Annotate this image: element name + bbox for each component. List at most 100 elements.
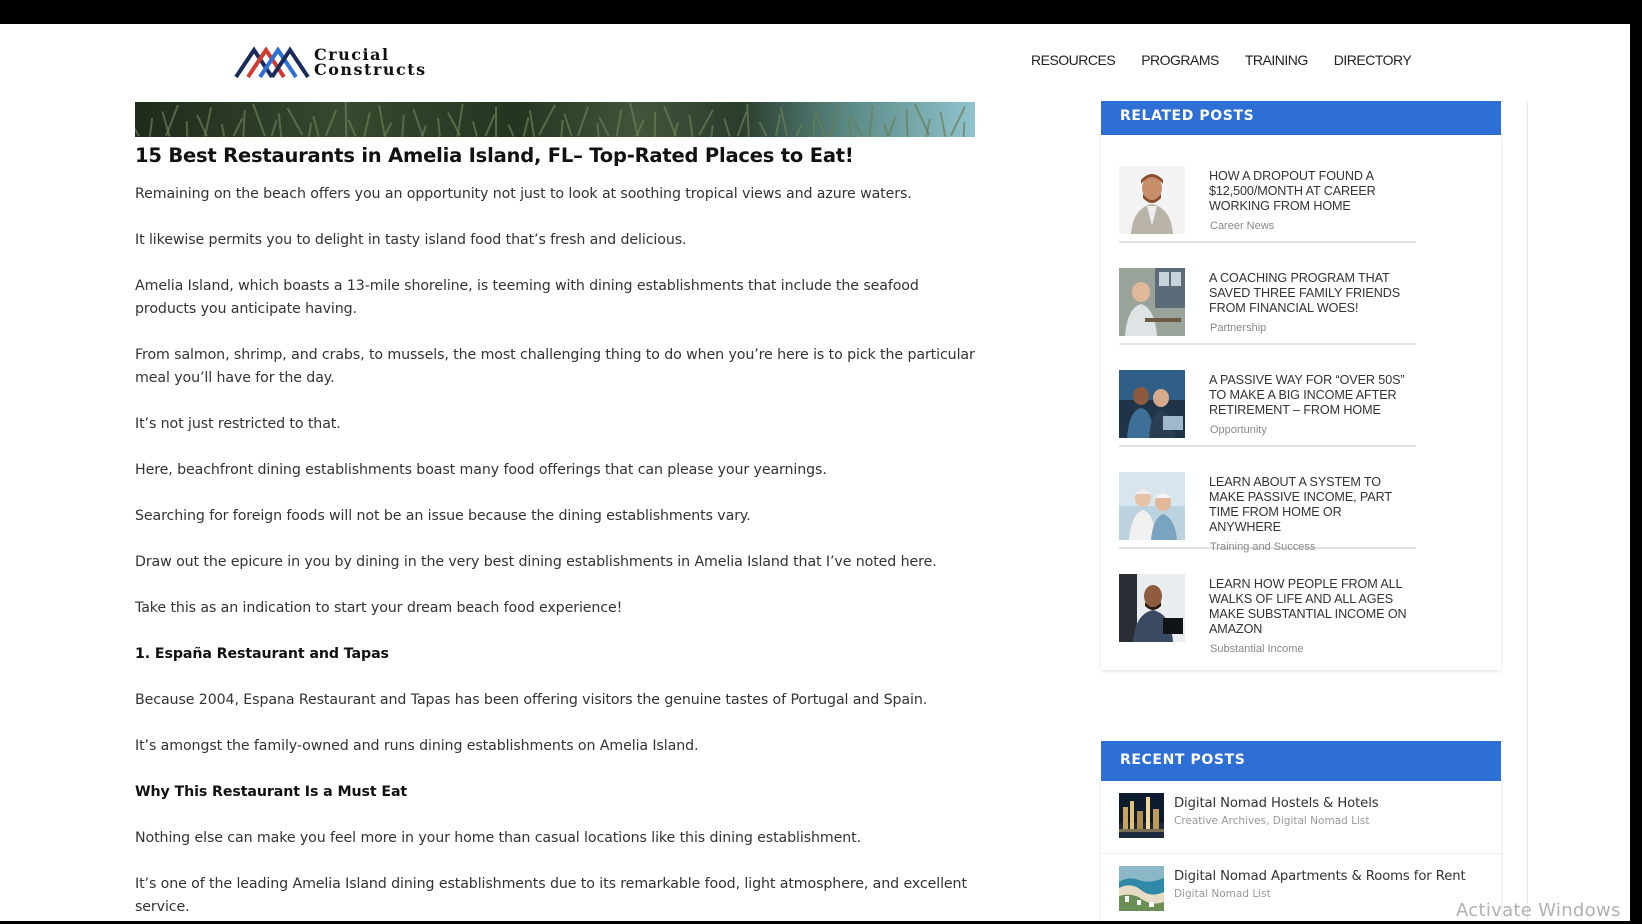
palm-frond (324, 109, 338, 137)
logo-wordmark: Crucial Constructs (314, 47, 427, 79)
related-post-text: How a Dropout Found a $12,500/Month at C… (1209, 169, 1416, 232)
recent-post-item[interactable]: Digital Nomad Hostels & Hotels Creative … (1101, 781, 1501, 854)
activate-windows-watermark: Activate Windows (1456, 900, 1621, 921)
recent-post-item[interactable]: Digital Nomad Apartments & Rooms for Ren… (1101, 854, 1501, 921)
related-post-item[interactable]: A Passive Way for “Over 50s” to Make a B… (1119, 345, 1416, 447)
post-thumbnail[interactable] (1119, 574, 1185, 642)
article-paragraph: Here, beachfront dining establishments b… (135, 462, 827, 478)
article-paragraph: It’s not just restricted to that. (135, 416, 341, 432)
palm-frond (723, 118, 731, 137)
palm-frond (507, 124, 515, 137)
related-post-item[interactable]: A Coaching Program That Saved Three Fami… (1119, 243, 1416, 345)
recent-post-title[interactable]: Digital Nomad Apartments & Rooms for Ren… (1174, 869, 1466, 884)
related-post-title[interactable]: Learn How People From All Walks of Life … (1209, 577, 1416, 637)
palm-frond (615, 109, 623, 137)
palm-frond (522, 117, 530, 137)
palm-frond (220, 123, 226, 137)
palm-frond (758, 121, 768, 137)
palm-frond (347, 119, 357, 137)
recent-posts-heading: RECENT POSTS (1101, 741, 1501, 781)
palm-frond (596, 122, 600, 137)
palm-frond (277, 112, 283, 137)
post-thumbnail[interactable] (1119, 268, 1185, 336)
palm-frond (829, 103, 841, 137)
palm-frond (203, 107, 213, 137)
related-post-text: A Passive Way for “Over 50s” to Make a B… (1209, 373, 1416, 436)
palm-frond (812, 116, 816, 137)
related-post-text: Learn How People From All Walks of Life … (1209, 577, 1416, 655)
article-paragraph: From salmon, shrimp, and crabs, to musse… (135, 347, 975, 386)
post-thumbnail[interactable] (1119, 793, 1164, 838)
palm-frond (847, 119, 853, 137)
article-paragraph: It’s amongst the family-owned and runs d… (135, 738, 699, 754)
logo-line-2: Constructs (314, 60, 427, 79)
related-post-title[interactable]: Learn About a System to Make Passive Inc… (1209, 475, 1416, 535)
related-post-category: Substantial Income (1210, 643, 1304, 655)
palm-frond (472, 120, 478, 137)
section-heading: Why This Restaurant Is a Must Eat (135, 784, 408, 800)
palm-frond (252, 103, 266, 137)
palm-frond (135, 125, 140, 137)
related-post-text: Learn About a System to Make Passive Inc… (1209, 475, 1416, 553)
palm-frond (437, 117, 441, 137)
roof-logo-icon (234, 46, 310, 79)
palm-frond (905, 108, 909, 137)
article: 15 Best Restaurants in Amelia Island, FL… (135, 144, 975, 921)
nav-directory[interactable]: DIRECTORY (1334, 52, 1412, 68)
nav-programs[interactable]: PROGRAMS (1141, 52, 1219, 68)
related-post-title[interactable]: A Coaching Program That Saved Three Fami… (1209, 271, 1416, 316)
post-thumbnail[interactable] (1119, 370, 1185, 438)
palm-frond (598, 116, 610, 137)
palm-frond (779, 107, 789, 137)
nav-training[interactable]: TRAINING (1245, 52, 1308, 68)
palm-frond (286, 107, 304, 136)
related-post-item[interactable]: How a Dropout Found a $12,500/Month at C… (1119, 141, 1416, 243)
palm-frond (887, 116, 897, 137)
palm-frond (165, 104, 179, 137)
article-paragraph: It’s one of the leading Amelia Island di… (135, 876, 967, 915)
palm-frond (484, 114, 496, 137)
palm-frond (560, 119, 564, 137)
article-paragraph: Take this as an indication to start your… (135, 600, 623, 616)
related-posts-heading: RELATED POSTS (1101, 101, 1501, 135)
article-paragraph: Nothing else can make you feel more in y… (135, 830, 862, 846)
palm-frond (962, 121, 966, 137)
palm-frond (528, 110, 536, 137)
palm-frond (746, 103, 750, 137)
article-title: 15 Best Restaurants in Amelia Island, FL… (135, 144, 854, 167)
recent-post-category[interactable]: Creative Archives, Digital Nomad List (1174, 815, 1379, 827)
recent-post-text: Digital Nomad Hostels & Hotels Creative … (1174, 793, 1379, 841)
section-heading: 1. España Restaurant and Tapas (135, 646, 389, 662)
post-thumbnail[interactable] (1119, 166, 1185, 234)
palm-frond (270, 120, 278, 137)
article-paragraph: It likewise permits you to delight in ta… (135, 232, 687, 248)
palm-frond (401, 114, 405, 137)
recent-post-category[interactable]: Digital Nomad List (1174, 888, 1466, 900)
palm-frond (363, 112, 371, 137)
related-posts-widget: RELATED POSTS How a Dropout Found a $12,… (1101, 101, 1501, 670)
palm-frond (185, 120, 189, 137)
post-thumbnail[interactable] (1119, 866, 1164, 911)
recent-posts-list: Digital Nomad Hostels & Hotels Creative … (1101, 781, 1501, 921)
related-post-item[interactable]: Learn How People From All Walks of Life … (1119, 549, 1416, 655)
nav-resources[interactable]: RESOURCES (1031, 52, 1116, 68)
palm-frond (939, 112, 947, 137)
palm-frond (710, 124, 714, 137)
article-paragraph: Draw out the epicure in you by dining in… (135, 554, 937, 570)
related-post-text: A Coaching Program That Saved Three Fami… (1209, 271, 1416, 334)
palm-frond (538, 104, 556, 136)
recent-post-title[interactable]: Digital Nomad Hostels & Hotels (1174, 796, 1379, 811)
site-logo[interactable]: Crucial Constructs (234, 42, 427, 82)
related-post-title[interactable]: How a Dropout Found a $12,500/Month at C… (1209, 169, 1416, 214)
palm-frond (495, 107, 497, 137)
palm-frond (795, 124, 803, 137)
related-post-category: Partnership (1210, 322, 1267, 334)
palm-frond (242, 109, 246, 137)
related-post-title[interactable]: A Passive Way for “Over 50s” to Make a B… (1209, 373, 1416, 418)
palm-frond (688, 114, 694, 137)
article-paragraph: Amelia Island, which boasts a 13-mile sh… (135, 278, 919, 317)
palm-frond (653, 111, 657, 137)
article-paragraph: Remaining on the beach offers you an opp… (135, 186, 912, 202)
post-thumbnail[interactable] (1119, 472, 1185, 540)
related-post-item[interactable]: Learn About a System to Make Passive Inc… (1119, 447, 1416, 553)
